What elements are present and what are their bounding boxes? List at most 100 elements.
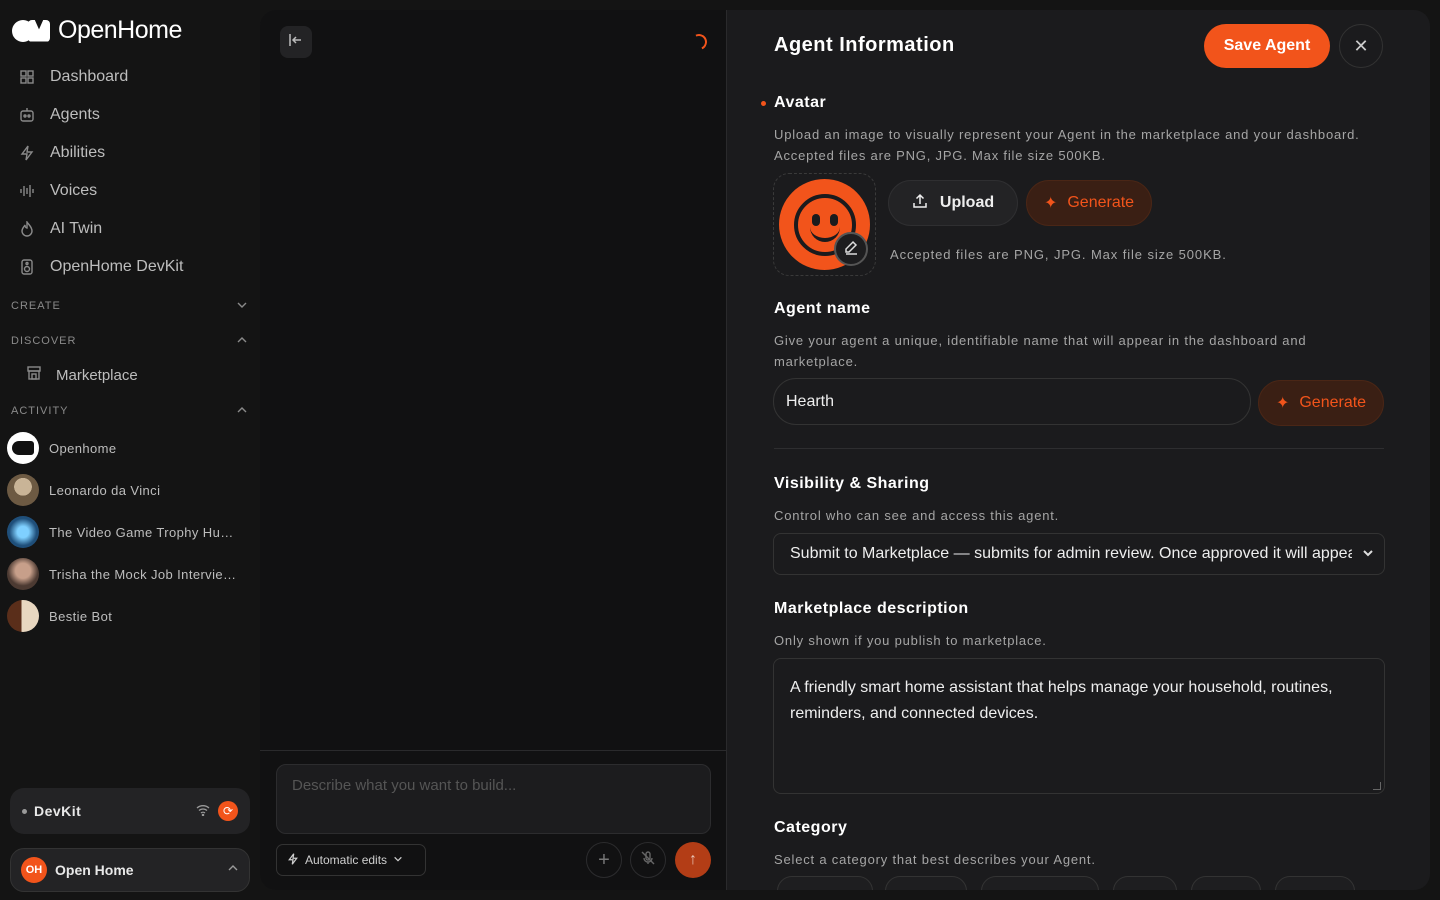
prompt-input[interactable]: Describe what you want to build... (276, 764, 711, 834)
agent-name-input[interactable]: Hearth (773, 378, 1251, 425)
sidebar-item-label: Dashboard (50, 68, 129, 85)
category-label: Category (774, 819, 848, 836)
category-chip[interactable] (1191, 876, 1261, 890)
page-title: Agent Information (774, 34, 955, 56)
chevron-down-icon (236, 299, 248, 314)
avatar-dropzone[interactable] (773, 173, 876, 276)
activity-item[interactable]: The Video Game Trophy Hunter (7, 515, 247, 549)
chevron-down-icon (393, 853, 403, 867)
description-label: Marketplace description (774, 600, 969, 617)
activity-item[interactable]: Leonardo da Vinci (7, 473, 247, 507)
category-options (773, 876, 1385, 890)
section-activity[interactable]: ACTIVITY (11, 401, 248, 421)
sidebar-item-label: Abilities (50, 144, 106, 161)
section-discover[interactable]: DISCOVER (11, 331, 248, 351)
visibility-label: Visibility & Sharing (774, 475, 930, 492)
builder-pane: Describe what you want to build... Autom… (260, 10, 727, 890)
generate-label: Generate (1299, 394, 1367, 411)
main-panel: Describe what you want to build... Autom… (260, 10, 1430, 890)
sidebar-item-label: AI Twin (50, 220, 103, 237)
activity-item[interactable]: Trisha the Mock Job Interviewer (7, 557, 247, 591)
visibility-help: Control who can see and access this agen… (774, 508, 1060, 523)
generate-avatar-button[interactable]: ✦ Generate (1026, 180, 1152, 226)
required-indicator (761, 101, 766, 106)
sync-icon[interactable]: ⟳ (218, 801, 238, 821)
robot-icon (18, 106, 36, 124)
activity-label: Openhome (49, 440, 117, 456)
edit-avatar-button[interactable] (834, 232, 868, 266)
devkit-label: DevKit (34, 803, 82, 819)
avatar-file-help: Accepted files are PNG, JPG. Max file si… (890, 247, 1227, 262)
divider (260, 750, 727, 751)
section-title: ACTIVITY (11, 405, 69, 417)
openhome-logo[interactable]: OpenHome (12, 16, 182, 45)
mic-off-icon (640, 850, 656, 871)
generate-name-button[interactable]: ✦ Generate (1258, 380, 1384, 426)
app-name: OpenHome (58, 16, 182, 44)
category-chip[interactable] (777, 876, 873, 890)
upload-label: Upload (939, 194, 995, 211)
description-textarea[interactable]: A friendly smart home assistant that hel… (773, 658, 1385, 794)
sidebar-item-abilities[interactable]: Abilities (8, 134, 252, 172)
upload-button[interactable]: Upload (888, 180, 1018, 226)
activity-label: Leonardo da Vinci (49, 482, 161, 498)
speaker-icon (18, 258, 36, 276)
close-button[interactable]: ✕ (1339, 24, 1383, 68)
visibility-select[interactable]: Submit to Marketplace — submits for admi… (773, 533, 1385, 575)
sidebar-item-dashboard[interactable]: Dashboard (8, 58, 252, 96)
send-button[interactable]: ↑ (675, 842, 711, 878)
plus-icon: + (598, 848, 610, 871)
attach-button[interactable]: + (586, 842, 622, 878)
sidebar-item-devkit[interactable]: OpenHome DevKit (8, 248, 252, 286)
category-chip[interactable] (981, 876, 1099, 890)
agent-name-label: Agent name (774, 300, 871, 317)
store-icon (26, 365, 42, 385)
avatar (7, 600, 39, 632)
bolt-icon (287, 852, 299, 868)
activity-item[interactable]: Bestie Bot (7, 599, 247, 633)
resize-handle[interactable] (1373, 782, 1381, 790)
collapse-sidebar-button[interactable] (280, 26, 312, 58)
sidebar-nav: Dashboard Agents Abilities Voices AI Twi… (8, 58, 252, 286)
openhome-logo-icon (12, 18, 52, 44)
category-chip[interactable] (1275, 876, 1355, 890)
sparkle-icon: ✦ (1043, 195, 1058, 212)
divider (774, 448, 1384, 449)
mic-button[interactable] (630, 842, 666, 878)
agent-info-form: Agent Information Save Agent ✕ Avatar Up… (727, 10, 1430, 890)
avatar (7, 474, 39, 506)
devkit-status[interactable]: DevKit ⟳ (10, 788, 250, 834)
chevron-up-icon (236, 334, 248, 349)
pencil-icon (843, 239, 859, 260)
sidebar-item-ai-twin[interactable]: AI Twin (8, 210, 252, 248)
sidebar-item-voices[interactable]: Voices (8, 172, 252, 210)
avatar (7, 432, 39, 464)
chevron-up-icon (227, 861, 239, 879)
activity-label: Trisha the Mock Job Interviewer (49, 566, 239, 582)
chevron-up-icon (236, 404, 248, 419)
sidebar-item-label: OpenHome DevKit (50, 258, 184, 275)
activity-label: The Video Game Trophy Hunter (49, 524, 239, 540)
category-help: Select a category that best describes yo… (774, 852, 1096, 867)
sidebar-item-agents[interactable]: Agents (8, 96, 252, 134)
wifi-icon (196, 804, 210, 819)
section-title: DISCOVER (11, 335, 77, 347)
sidebar: OpenHome Dashboard Agents Abilities Voic… (0, 0, 260, 900)
bolt-icon (18, 144, 36, 162)
activity-item[interactable]: Openhome (7, 431, 247, 465)
sidebar-item-label: Voices (50, 182, 98, 199)
avatar-help: Upload an image to visually represent yo… (774, 127, 1360, 163)
activity-label: Bestie Bot (49, 608, 113, 624)
sidebar-item-label: Agents (50, 106, 100, 123)
category-chip[interactable] (885, 876, 967, 890)
account-name: Open Home (55, 862, 134, 878)
sidebar-item-marketplace[interactable]: Marketplace (26, 364, 138, 386)
category-chip[interactable] (1113, 876, 1177, 890)
section-create[interactable]: CREATE (11, 296, 248, 316)
loading-spinner-icon (688, 31, 710, 53)
collapse-left-icon (288, 32, 304, 53)
arrow-up-icon: ↑ (689, 851, 697, 868)
save-agent-button[interactable]: Save Agent (1204, 24, 1330, 68)
account-menu[interactable]: OH Open Home (10, 848, 250, 892)
automatic-edits-dropdown[interactable]: Automatic edits (276, 844, 426, 876)
